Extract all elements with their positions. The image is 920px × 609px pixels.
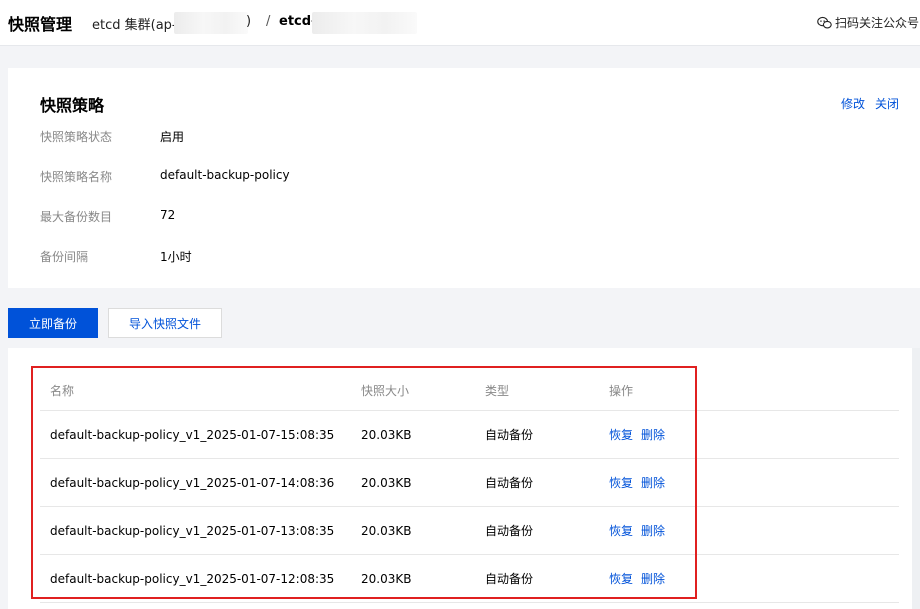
wechat-follow[interactable]: 扫码关注公众号 — [817, 14, 919, 31]
redacted-instance-id — [312, 12, 417, 34]
snapshot-size: 20.03KB — [361, 571, 412, 586]
policy-title: 快照策略 — [40, 96, 105, 115]
import-snapshot-button[interactable]: 导入快照文件 — [108, 308, 222, 338]
snapshot-name: default-backup-policy_v1_2025-01-07-15:0… — [50, 427, 335, 442]
snapshot-type: 自动备份 — [485, 476, 534, 490]
policy-status-value: 启用 — [160, 130, 185, 144]
snapshot-size: 20.03KB — [361, 523, 412, 538]
backup-interval-label: 备份间隔 — [40, 250, 89, 264]
table-row: default-backup-policy_v1_2025-01-07-14:0… — [40, 459, 899, 507]
row-actions: 恢复 删除 — [609, 459, 665, 506]
breadcrumb-cluster-close: ) — [246, 14, 252, 29]
top-bar: 快照管理 etcd 集群(ap- ) / etcd- 扫码关注公众号 — [0, 0, 920, 46]
column-header-size: 快照大小 — [361, 383, 410, 398]
row-actions: 恢复 删除 — [609, 411, 665, 458]
edit-policy-link[interactable]: 修改 — [841, 95, 865, 112]
delete-link[interactable]: 删除 — [641, 474, 665, 491]
page-title: 快照管理 — [8, 15, 73, 34]
table-row: default-backup-policy_v1_2025-01-07-12:0… — [40, 555, 899, 603]
snapshot-name: default-backup-policy_v1_2025-01-07-12:0… — [50, 571, 335, 586]
column-header-type: 类型 — [485, 383, 510, 398]
table-header: 名称 快照大小 类型 操作 — [40, 370, 899, 411]
right-edge — [912, 348, 920, 609]
max-backups-value: 72 — [160, 208, 176, 222]
restore-link[interactable]: 恢复 — [609, 426, 633, 443]
redacted-cluster-id — [174, 12, 248, 34]
max-backups-label: 最大备份数目 — [40, 210, 113, 224]
breadcrumb-cluster[interactable]: etcd 集群(ap- — [92, 14, 177, 33]
snapshot-name: default-backup-policy_v1_2025-01-07-14:0… — [50, 475, 335, 490]
table-row: default-backup-policy_v1_2025-01-07-13:0… — [40, 507, 899, 555]
wechat-icon — [817, 16, 832, 29]
row-actions: 恢复 删除 — [609, 555, 665, 602]
restore-link[interactable]: 恢复 — [609, 570, 633, 587]
policy-status-label: 快照策略状态 — [40, 130, 113, 144]
breadcrumb-separator: / — [266, 14, 271, 29]
table-row: default-backup-policy_v1_2025-01-07-15:0… — [40, 411, 899, 459]
snapshot-size: 20.03KB — [361, 427, 412, 442]
snapshot-type: 自动备份 — [485, 428, 534, 442]
wechat-follow-label: 扫码关注公众号 — [835, 16, 920, 30]
restore-link[interactable]: 恢复 — [609, 474, 633, 491]
snapshot-name: default-backup-policy_v1_2025-01-07-13:0… — [50, 523, 335, 538]
backup-interval-value: 1小时 — [160, 250, 192, 264]
delete-link[interactable]: 删除 — [641, 522, 665, 539]
column-header-name: 名称 — [50, 383, 75, 398]
restore-link[interactable]: 恢复 — [609, 522, 633, 539]
policy-name-label: 快照策略名称 — [40, 170, 113, 184]
snapshot-type: 自动备份 — [485, 572, 534, 586]
column-header-actions: 操作 — [609, 383, 634, 398]
delete-link[interactable]: 删除 — [641, 426, 665, 443]
policy-name-value: default-backup-policy — [160, 168, 290, 182]
policy-actions: 修改 关闭 — [841, 95, 899, 112]
snapshot-table: 名称 快照大小 类型 操作 default-backup-policy_v1_2… — [8, 348, 920, 609]
close-policy-link[interactable]: 关闭 — [875, 95, 899, 112]
breadcrumb-etcd-instance: etcd- — [279, 14, 317, 29]
row-actions: 恢复 删除 — [609, 507, 665, 554]
delete-link[interactable]: 删除 — [641, 570, 665, 587]
backup-now-button[interactable]: 立即备份 — [8, 308, 98, 338]
snapshot-size: 20.03KB — [361, 475, 412, 490]
snapshot-type: 自动备份 — [485, 524, 534, 538]
snapshot-policy-card: 快照策略 修改 关闭 快照策略状态 启用 快照策略名称 default-back… — [8, 68, 920, 288]
